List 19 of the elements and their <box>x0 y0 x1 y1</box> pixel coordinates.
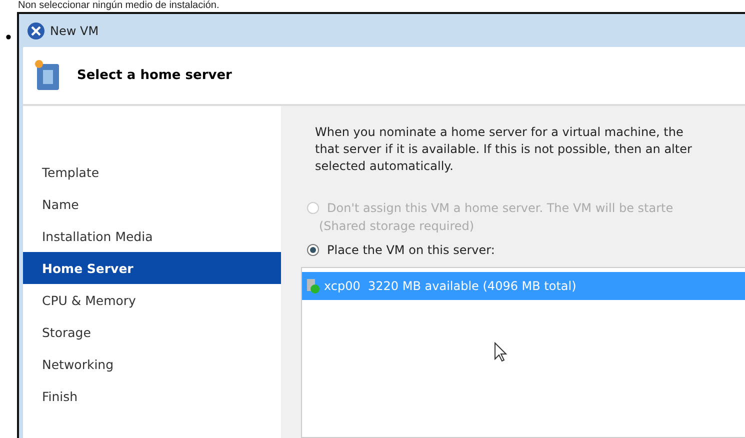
nav-item[interactable]: Home Server <box>23 252 281 284</box>
mouse-cursor-icon <box>494 342 508 362</box>
app-logo-icon <box>27 22 45 40</box>
nav-item[interactable]: Name <box>23 188 281 220</box>
description-text: When you nominate a home server for a virtual machine, the that server if it is available. If this is not possible, then an alter selected automatically. <box>315 124 693 175</box>
nav-item[interactable]: CPU & Memory <box>23 284 281 316</box>
nav-item[interactable]: Storage <box>23 316 281 348</box>
radio-option[interactable]: Place the VM on this server: <box>307 239 745 261</box>
bullet: • <box>2 27 14 49</box>
window-title: New VM <box>50 24 99 38</box>
page-heading: Select a home server <box>77 68 232 83</box>
server-icon <box>35 60 61 92</box>
nav-item[interactable]: Networking <box>23 348 281 380</box>
nav-item[interactable]: Installation Media <box>23 220 281 252</box>
nav-item[interactable]: Template <box>23 156 281 188</box>
nav-item[interactable]: Finish <box>23 380 281 412</box>
server-status-icon <box>306 278 320 294</box>
caption-text: Non seleccionar ningún medio de instalación. <box>18 0 220 12</box>
note-text: (Shared storage required) <box>319 219 476 235</box>
